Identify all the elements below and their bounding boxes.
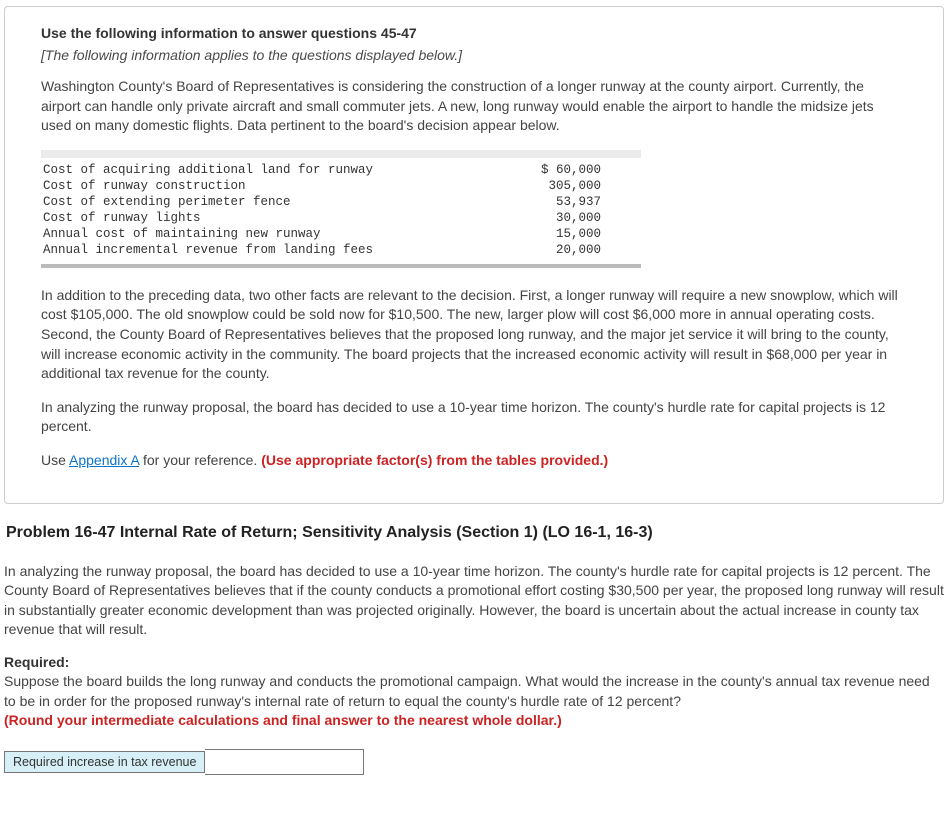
info-box: Use the following information to answer … [4,6,944,504]
cost-label: Cost of runway lights [41,210,501,226]
cost-label: Annual cost of maintaining new runway [41,226,501,242]
cost-value: 53,937 [501,194,641,210]
table-row: Cost of runway construction305,000 [41,178,641,194]
required-label: Required: [4,654,944,670]
info-header: Use the following information to answer … [41,25,907,41]
answer-row: Required increase in tax revenue [4,749,944,775]
cost-value: 305,000 [501,178,641,194]
problem-para1: In analyzing the runway proposal, the bo… [4,562,944,640]
info-para2: In addition to the preceding data, two o… [41,286,907,384]
cost-label: Annual incremental revenue from landing … [41,242,501,258]
problem-title: Problem 16-47 Internal Rate of Return; S… [6,524,944,542]
info-para3: In analyzing the runway proposal, the bo… [41,398,907,437]
info-note: [The following information applies to th… [41,47,907,63]
required-body: Suppose the board builds the long runway… [4,673,930,709]
cost-label: Cost of extending perimeter fence [41,194,501,210]
cost-label: Cost of acquiring additional land for ru… [41,162,501,178]
table-row: Annual cost of maintaining new runway15,… [41,226,641,242]
answer-input-wrap [205,749,364,775]
appendix-line: Use Appendix A for your reference. (Use … [41,451,907,471]
cost-value: 15,000 [501,226,641,242]
table-row: Cost of extending perimeter fence53,937 [41,194,641,210]
cost-table: Cost of acquiring additional land for ru… [41,150,907,268]
info-intro: Washington County's Board of Representat… [41,77,907,136]
answer-input[interactable] [205,750,363,774]
appendix-prefix: Use [41,452,69,468]
required-text: Suppose the board builds the long runway… [4,672,944,731]
table-row: Cost of acquiring additional land for ru… [41,162,641,178]
appendix-link[interactable]: Appendix A [69,452,139,468]
appendix-red-note: (Use appropriate factor(s) from the tabl… [261,452,608,468]
appendix-suffix: for your reference. [139,452,261,468]
cost-label: Cost of runway construction [41,178,501,194]
cost-value: 20,000 [501,242,641,258]
answer-label: Required increase in tax revenue [4,751,205,773]
table-row: Cost of runway lights30,000 [41,210,641,226]
table-row: Annual incremental revenue from landing … [41,242,641,258]
cost-value: 30,000 [501,210,641,226]
cost-value: $ 60,000 [501,162,641,178]
required-red-note: (Round your intermediate calculations an… [4,712,562,728]
